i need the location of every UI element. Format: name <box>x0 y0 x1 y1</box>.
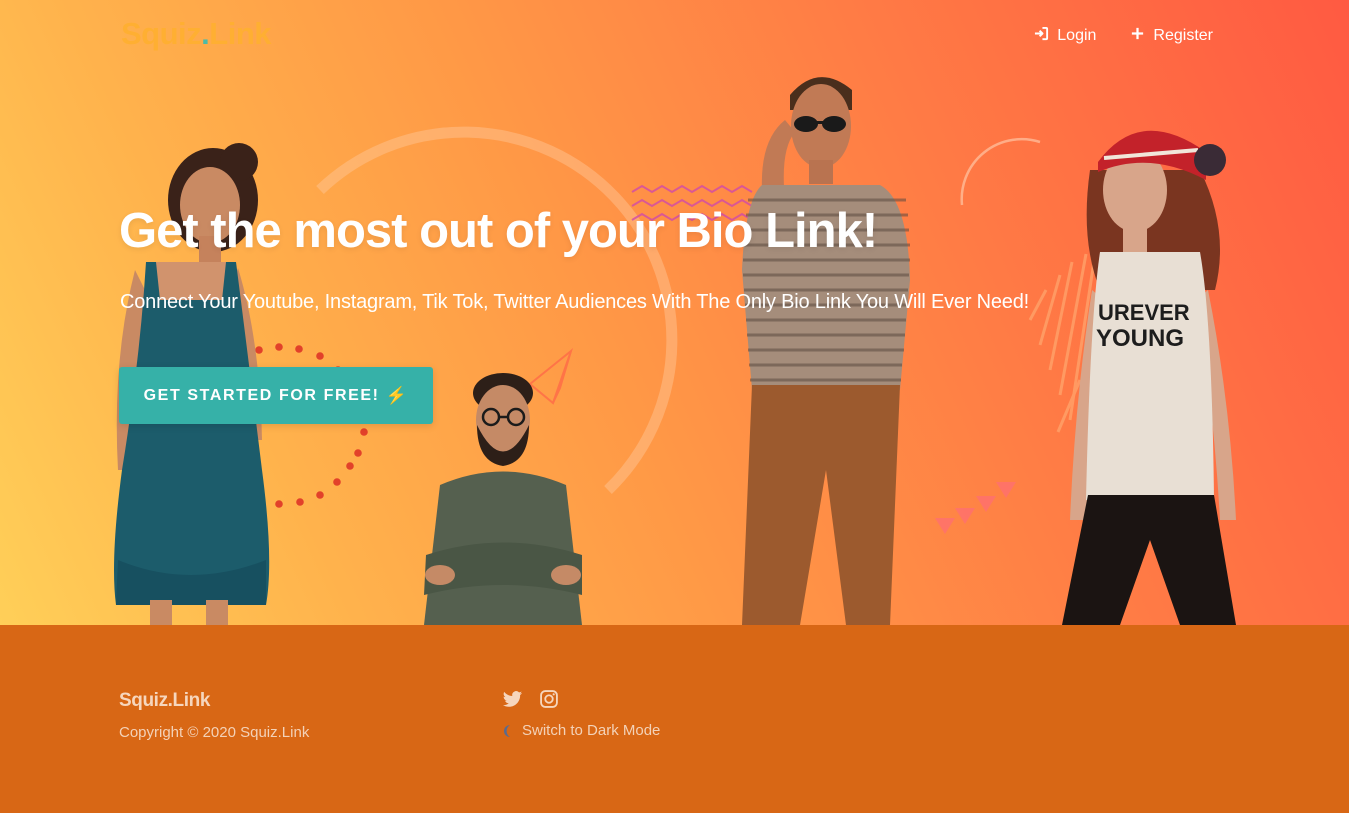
footer-copyright: Copyright © 2020 Squiz.Link <box>119 724 310 741</box>
hero-section: UREVER YOUNG Squiz.Link Login Register G… <box>0 0 1349 625</box>
top-nav: Login Register <box>1034 26 1213 46</box>
sign-in-icon <box>1034 26 1049 46</box>
dark-mode-toggle[interactable]: Switch to Dark Mode <box>502 722 660 739</box>
social-links <box>502 689 560 710</box>
site-logo[interactable]: Squiz.Link <box>121 16 272 52</box>
lightning-icon: ⚡ <box>385 385 409 405</box>
twitter-icon[interactable] <box>502 689 523 710</box>
register-label: Register <box>1153 27 1213 44</box>
hero-headline: Get the most out of your Bio Link! <box>119 204 878 258</box>
instagram-icon[interactable] <box>539 689 560 710</box>
shirt-print-line1: UREVER <box>1098 300 1190 325</box>
get-started-label: GET STARTED FOR FREE! <box>143 386 380 404</box>
footer-brand[interactable]: Squiz.Link <box>119 690 210 712</box>
moon-icon <box>504 724 510 737</box>
logo-text-part1: Squiz <box>121 16 202 51</box>
logo-text-part2: Link <box>209 16 272 51</box>
get-started-button[interactable]: GET STARTED FOR FREE! ⚡ <box>119 367 433 424</box>
footer: Squiz.Link Copyright © 2020 Squiz.Link S… <box>0 625 1349 813</box>
hero-subline: Connect Your Youtube, Instagram, Tik Tok… <box>120 291 1030 313</box>
register-link[interactable]: Register <box>1130 26 1213 46</box>
plus-icon <box>1130 26 1145 46</box>
login-label: Login <box>1057 27 1097 44</box>
shirt-print-line2: YOUNG <box>1096 325 1184 352</box>
login-link[interactable]: Login <box>1034 26 1096 46</box>
dark-mode-label: Switch to Dark Mode <box>522 722 661 739</box>
